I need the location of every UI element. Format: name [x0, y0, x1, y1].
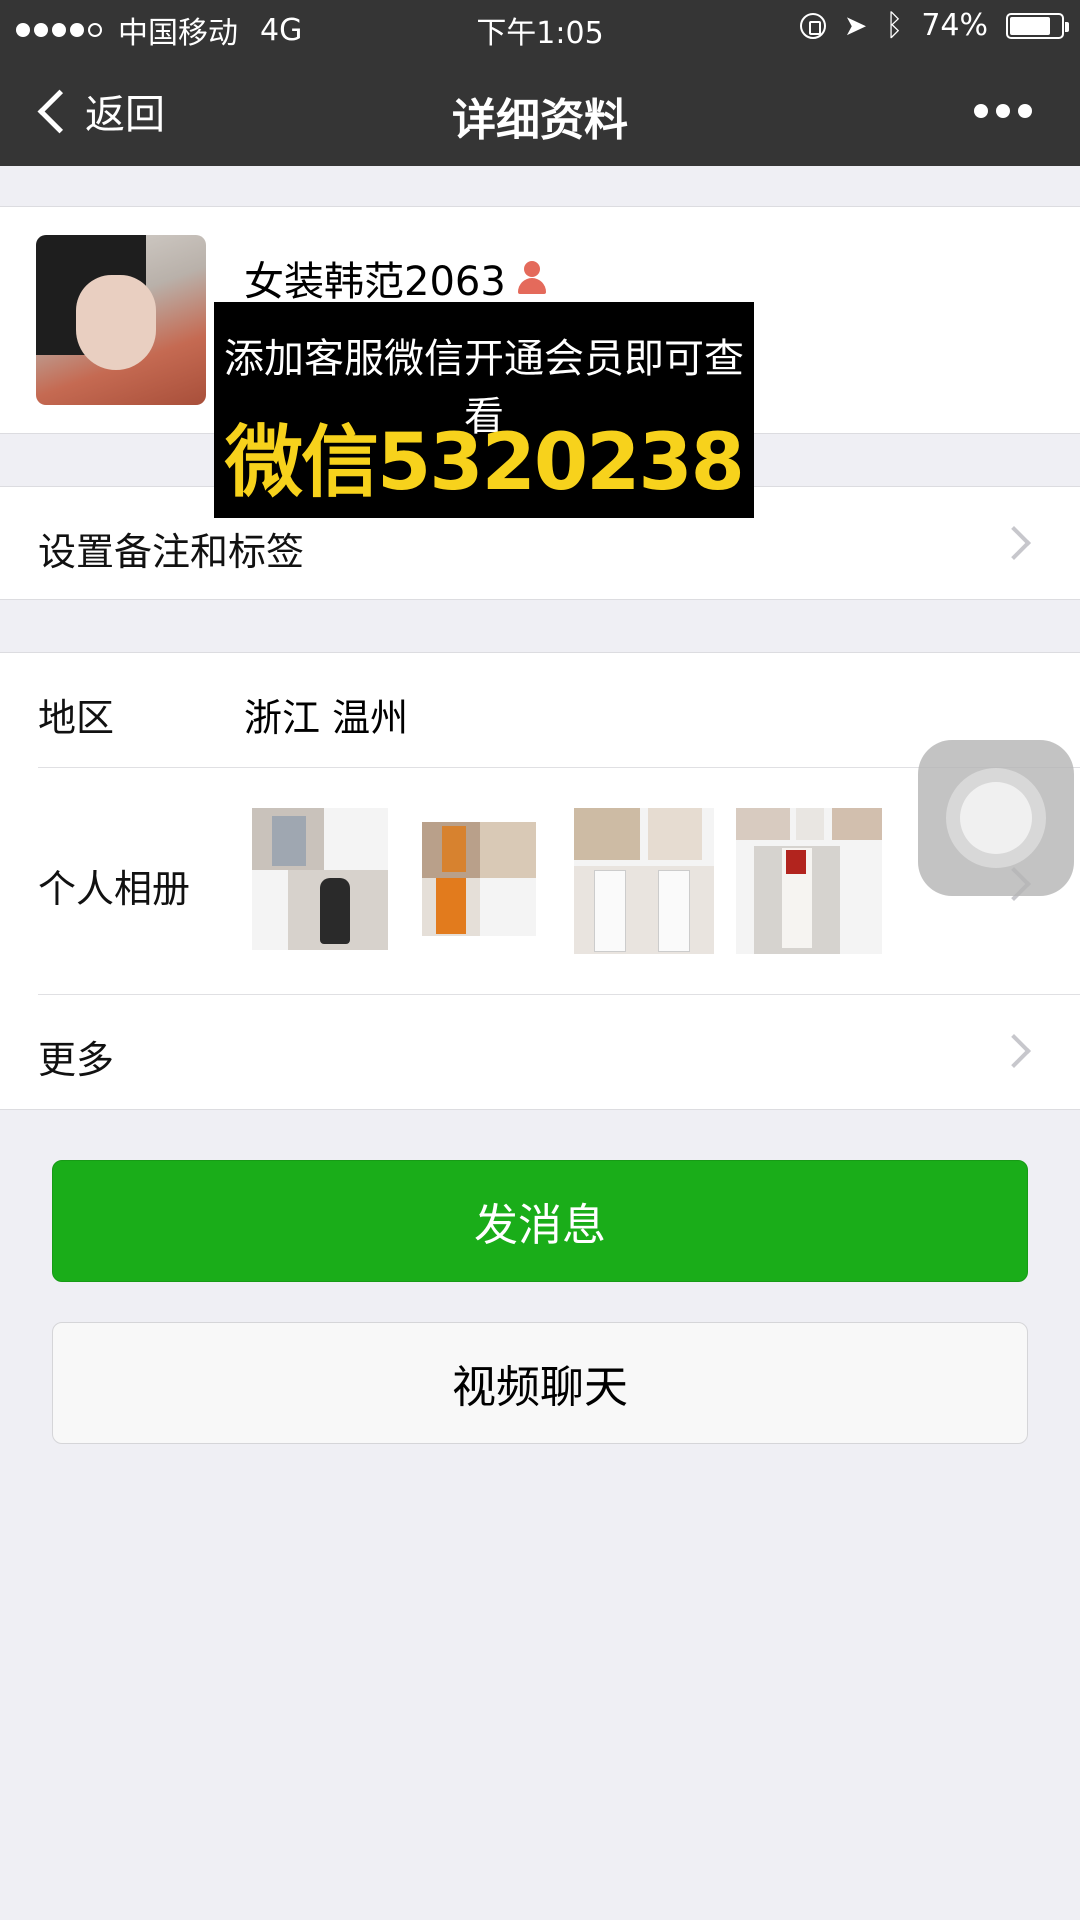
assistive-touch-core — [960, 782, 1032, 854]
bluetooth-icon: ᛒ — [885, 8, 904, 43]
avatar-face — [76, 275, 156, 370]
album-photo-4 — [736, 808, 882, 954]
album-label: 个人相册 — [38, 867, 191, 911]
more-options-button[interactable] — [974, 104, 1032, 118]
avatar[interactable] — [36, 235, 206, 405]
more-label: 更多 — [38, 1038, 115, 1082]
album-photo-1 — [252, 808, 388, 950]
female-icon — [516, 261, 546, 295]
status-right: ➤ ᛒ 74% — [799, 8, 1069, 43]
region-label: 地区 — [38, 696, 115, 740]
location-icon: ➤ — [843, 9, 868, 42]
info-group: 地区 浙江 温州 个人相册 更多 — [0, 652, 1080, 1110]
ad-overlay: 添加客服微信开通会员即可查看 微信5320238 — [214, 302, 754, 518]
profile-name-row: 女装韩范2063 — [244, 249, 546, 307]
navigation-bar: 返回 详细资料 — [0, 60, 1080, 166]
more-dot — [996, 104, 1010, 118]
album-photo-3 — [574, 808, 714, 954]
more-row[interactable]: 更多 — [0, 995, 1080, 1109]
status-bar: 中国移动 4G 下午1:05 ➤ ᛒ 74% — [0, 0, 1080, 52]
more-dot — [1018, 104, 1032, 118]
page-title: 详细资料 — [452, 95, 628, 146]
region-value: 浙江 温州 — [244, 696, 409, 740]
send-message-button[interactable]: 发消息 — [52, 1160, 1028, 1282]
region-row: 地区 浙江 温州 — [0, 653, 1080, 767]
battery-percent: 74% — [921, 8, 988, 43]
video-chat-button[interactable]: 视频聊天 — [52, 1322, 1028, 1444]
assistive-touch-button[interactable] — [918, 740, 1074, 896]
chevron-right-icon — [997, 526, 1031, 560]
remark-label: 设置备注和标签 — [38, 530, 305, 574]
ad-text-line2: 微信5320238 — [225, 418, 745, 508]
more-dot — [974, 104, 988, 118]
chevron-right-icon — [997, 1034, 1031, 1068]
battery-icon — [1006, 12, 1069, 39]
rotation-lock-icon — [799, 12, 826, 39]
album-photo-2 — [422, 822, 536, 936]
profile-name: 女装韩范2063 — [244, 259, 506, 305]
